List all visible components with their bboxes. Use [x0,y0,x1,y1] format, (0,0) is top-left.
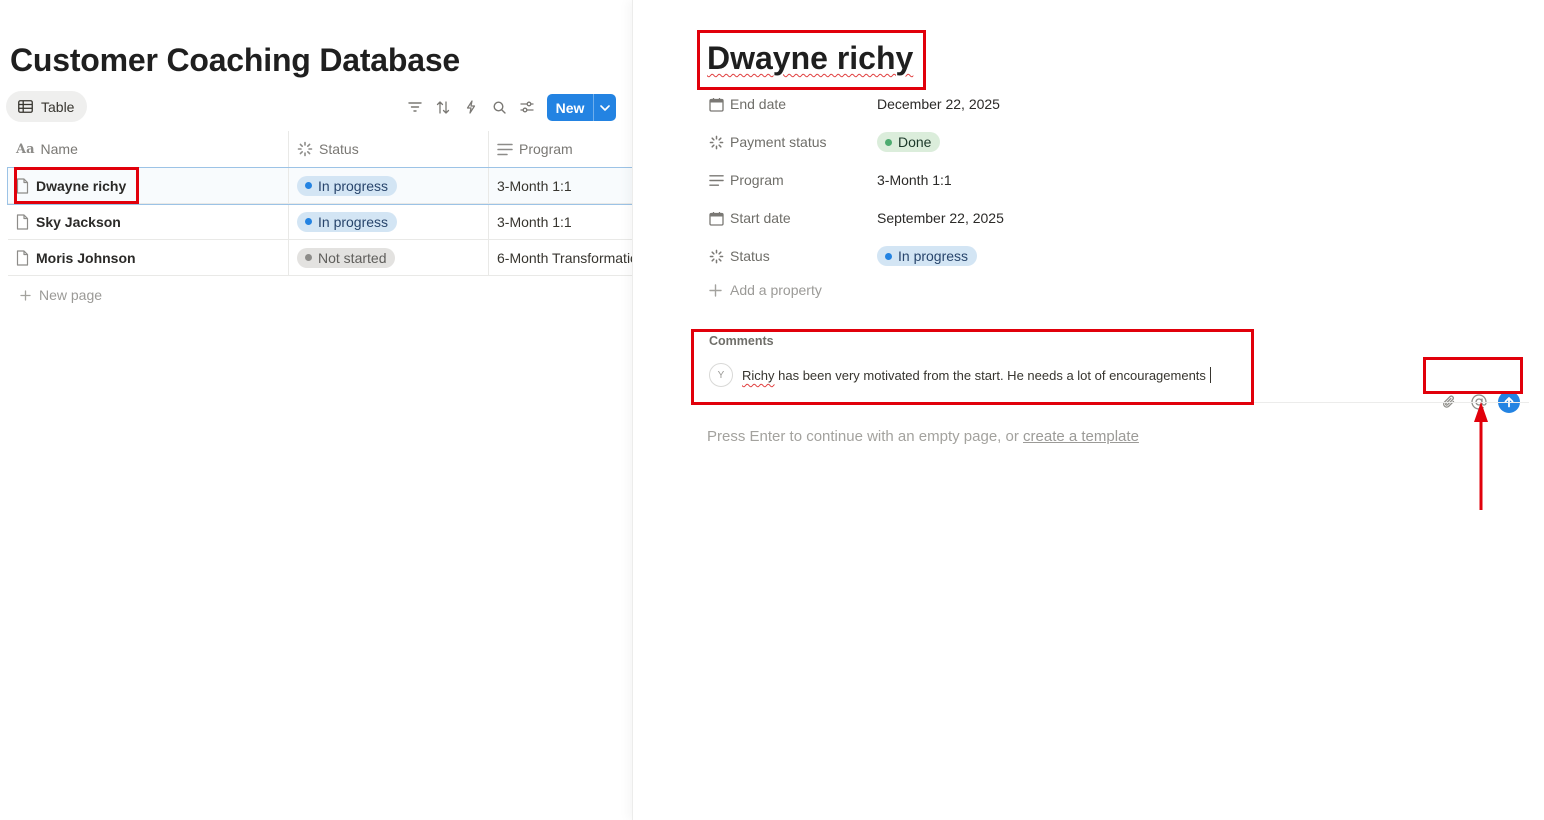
page-icon [16,213,29,230]
database-table: Aa Name Status Program Dwayne richy In p… [7,131,632,314]
status-badge-label: In progress [318,213,389,230]
row-status-cell[interactable]: In progress [288,168,488,203]
sort-icon[interactable] [432,96,454,118]
text-property-icon: Aa [16,141,35,157]
settings-sliders-icon[interactable] [516,96,538,118]
property-program[interactable]: Program 3-Month 1:1 [709,167,952,193]
property-name: Payment status [709,134,877,150]
column-label: Status [319,141,359,157]
property-value[interactable]: September 22, 2025 [877,210,1004,226]
calendar-icon [709,97,724,112]
row-name-cell[interactable]: Sky Jackson [8,204,288,239]
new-page-button[interactable]: New page [8,276,632,314]
status-badge-label: In progress [318,177,389,194]
property-start-date[interactable]: Start date September 22, 2025 [709,205,1004,231]
property-name-label: Program [730,172,784,188]
status-property-icon [297,141,313,157]
row-status-cell[interactable]: In progress [288,204,488,239]
property-end-date[interactable]: End date December 22, 2025 [709,91,1000,117]
annotation-box-actions [1423,357,1523,394]
database-panel: Customer Coaching Database Table New Aa … [0,0,632,820]
property-name-label: Start date [730,210,791,226]
empty-hint-text: Press Enter to continue with an empty pa… [707,428,1019,445]
row-program-cell[interactable]: 3-Month 1:1 [488,168,632,203]
property-status[interactable]: Status In progress [709,243,978,269]
column-label: Program [519,141,573,157]
select-property-icon [709,174,724,187]
status-badge: In progress [877,246,978,266]
annotation-box-title [697,30,926,90]
annotation-box-row [14,167,139,204]
property-value[interactable]: December 22, 2025 [877,96,1000,112]
create-template-link[interactable]: create a template [1023,428,1139,445]
status-badge: In progress [297,211,398,232]
view-tab-label: Table [41,98,75,115]
empty-page-hint: Press Enter to continue with an empty pa… [707,428,1139,445]
row-name[interactable]: Moris Johnson [36,250,136,266]
add-property-button[interactable]: Add a property [709,282,822,298]
property-value[interactable]: Done [877,132,941,152]
chevron-down-icon[interactable] [593,94,616,121]
database-toolbar [404,96,544,118]
annotation-box-comment [691,329,1254,405]
row-program-cell[interactable]: 6-Month Transformation [488,240,632,275]
property-name-label: Status [730,248,770,264]
new-button-label[interactable]: New [547,94,593,121]
select-property-icon [497,143,513,156]
row-program-cell[interactable]: 3-Month 1:1 [488,204,632,239]
property-name: End date [709,96,877,112]
status-property-icon [709,135,724,150]
property-value[interactable]: In progress [877,246,978,266]
column-header-status[interactable]: Status [288,131,488,167]
property-name-label: End date [730,96,787,112]
status-badge: In progress [297,175,398,196]
page-peek-panel: Dwayne richy End date December 22, 2025 … [632,0,1544,820]
filter-icon[interactable] [404,96,426,118]
status-badge: Done [877,132,941,152]
table-header: Aa Name Status Program [8,131,632,168]
property-name: Start date [709,210,877,226]
new-button[interactable]: New [547,94,616,121]
add-property-label: Add a property [730,282,822,298]
annotation-arrow [1474,402,1488,510]
table-row[interactable]: Sky Jackson In progress 3-Month 1:1 [8,204,632,240]
row-name-cell[interactable]: Moris Johnson [8,240,288,275]
plus-icon [709,283,722,297]
search-icon[interactable] [488,96,510,118]
property-payment-status[interactable]: Payment status Done [709,129,941,155]
table-icon [18,100,33,113]
column-header-program[interactable]: Program [488,131,632,167]
plus-icon [20,289,31,301]
row-name[interactable]: Sky Jackson [36,214,121,230]
database-title: Customer Coaching Database [10,42,461,78]
automation-lightning-icon[interactable] [460,96,482,118]
page-icon [16,249,29,266]
calendar-icon [709,211,724,226]
table-row[interactable]: Moris Johnson Not started 6-Month Transf… [8,240,632,276]
status-property-icon [709,249,724,264]
property-name: Status [709,248,877,264]
row-status-cell[interactable]: Not started [288,240,488,275]
status-badge-label: In progress [898,248,969,264]
property-value[interactable]: 3-Month 1:1 [877,172,952,188]
status-badge: Not started [297,247,396,268]
status-badge-label: Not started [318,249,387,266]
status-badge-label: Done [898,134,932,150]
property-name-label: Payment status [730,134,827,150]
new-page-label: New page [39,287,103,303]
property-name: Program [709,172,877,188]
column-header-name[interactable]: Aa Name [8,131,288,167]
column-label: Name [40,141,78,157]
view-tab-table[interactable]: Table [6,91,88,122]
